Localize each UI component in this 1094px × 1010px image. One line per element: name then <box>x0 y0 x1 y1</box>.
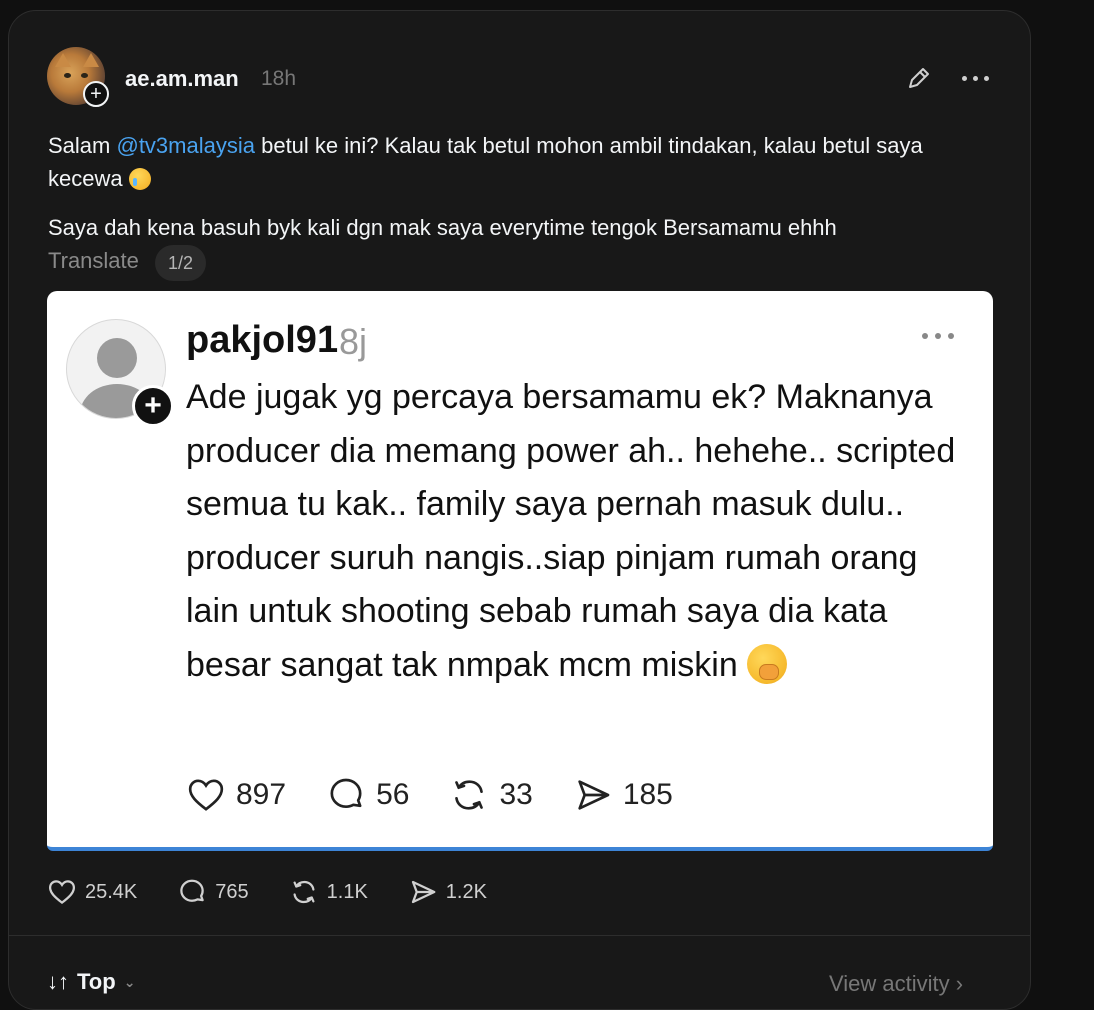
embed-like: 897 <box>186 775 286 815</box>
more-dot <box>962 75 967 81</box>
embed-comment: 56 <box>326 775 409 815</box>
post-time: 18h <box>261 67 297 90</box>
embed-repost-count: 33 <box>499 778 533 811</box>
comment-icon <box>330 778 362 808</box>
embed-text-body: Ade jugak yg percaya bersamamu ek? Makna… <box>186 378 956 684</box>
post-actions: 25.4K 765 1.1K 1.2K <box>47 877 527 907</box>
avatar-eye-right <box>81 73 88 78</box>
embed-actions: 897 56 33 185 <box>186 775 713 815</box>
avatar-head <box>97 338 137 378</box>
more-dot <box>922 333 928 339</box>
share-icon <box>578 780 610 810</box>
avatar-ear-right <box>83 53 99 67</box>
embed-time: 8j <box>339 321 368 362</box>
embed-more-icon <box>922 333 954 339</box>
repost-icon <box>455 780 484 810</box>
post-text-prefix: Salam <box>48 133 117 158</box>
embedded-screenshot[interactable]: + pakjol91 8j Ade jugak yg percaya bersa… <box>47 291 993 851</box>
like-count: 25.4K <box>85 880 138 903</box>
comment-count: 765 <box>215 880 249 903</box>
heart-icon <box>188 779 224 811</box>
more-dot <box>935 333 941 339</box>
view-activity-link[interactable]: View activity › <box>829 971 963 997</box>
more-dot <box>984 75 989 81</box>
post-text: Salam @tv3malaysia betul ke ini? Kalau t… <box>48 129 998 195</box>
sort-dropdown[interactable]: ↓↑ Top ⌄ <box>47 969 135 995</box>
embed-like-count: 897 <box>236 778 287 811</box>
media-pager: 1/2 <box>155 245 206 281</box>
embed-follow-icon: + <box>132 385 174 427</box>
comment-icon <box>180 879 205 902</box>
embed-share-count: 185 <box>622 778 673 811</box>
avatar-eye-left <box>64 73 71 78</box>
embed-repost: 33 <box>449 775 533 815</box>
more-dot <box>948 333 954 339</box>
comment-button[interactable]: 765 <box>177 877 249 907</box>
repost-button[interactable]: 1.1K <box>289 877 368 907</box>
avatar-ear-left <box>55 53 71 67</box>
follow-button[interactable]: + <box>83 81 109 107</box>
more-icon[interactable] <box>962 73 996 83</box>
sort-label: Top <box>77 969 116 994</box>
post-card: + ae.am.man 18h Salam @tv3malaysia betul… <box>8 10 1031 1010</box>
repost-count: 1.1K <box>326 880 368 903</box>
like-button[interactable]: 25.4K <box>47 877 137 907</box>
divider <box>9 935 1030 936</box>
edit-icon[interactable] <box>904 63 934 93</box>
share-button[interactable]: 1.2K <box>408 877 487 907</box>
embed-author: pakjol91 <box>186 319 339 361</box>
embed-comment-count: 56 <box>376 778 410 811</box>
embed-text: Ade jugak yg percaya bersamamu ek? Makna… <box>186 371 976 692</box>
chevron-down-icon: ⌄ <box>123 973 136 990</box>
share-icon <box>411 880 436 904</box>
post-text-second: Saya dah kena basuh byk kali dgn mak say… <box>48 215 837 240</box>
share-count: 1.2K <box>445 880 487 903</box>
mention-link[interactable]: @tv3malaysia <box>116 133 255 158</box>
crying-emoji-icon <box>128 168 151 190</box>
hand-over-mouth-emoji-icon <box>747 643 788 684</box>
heart-icon <box>48 880 76 905</box>
post-author[interactable]: ae.am.man <box>125 66 239 92</box>
sort-icon: ↓↑ <box>47 969 69 994</box>
more-dot <box>973 75 978 81</box>
embed-share: 185 <box>573 775 673 815</box>
translate-button[interactable]: Translate <box>48 248 139 274</box>
repost-icon <box>293 880 315 904</box>
